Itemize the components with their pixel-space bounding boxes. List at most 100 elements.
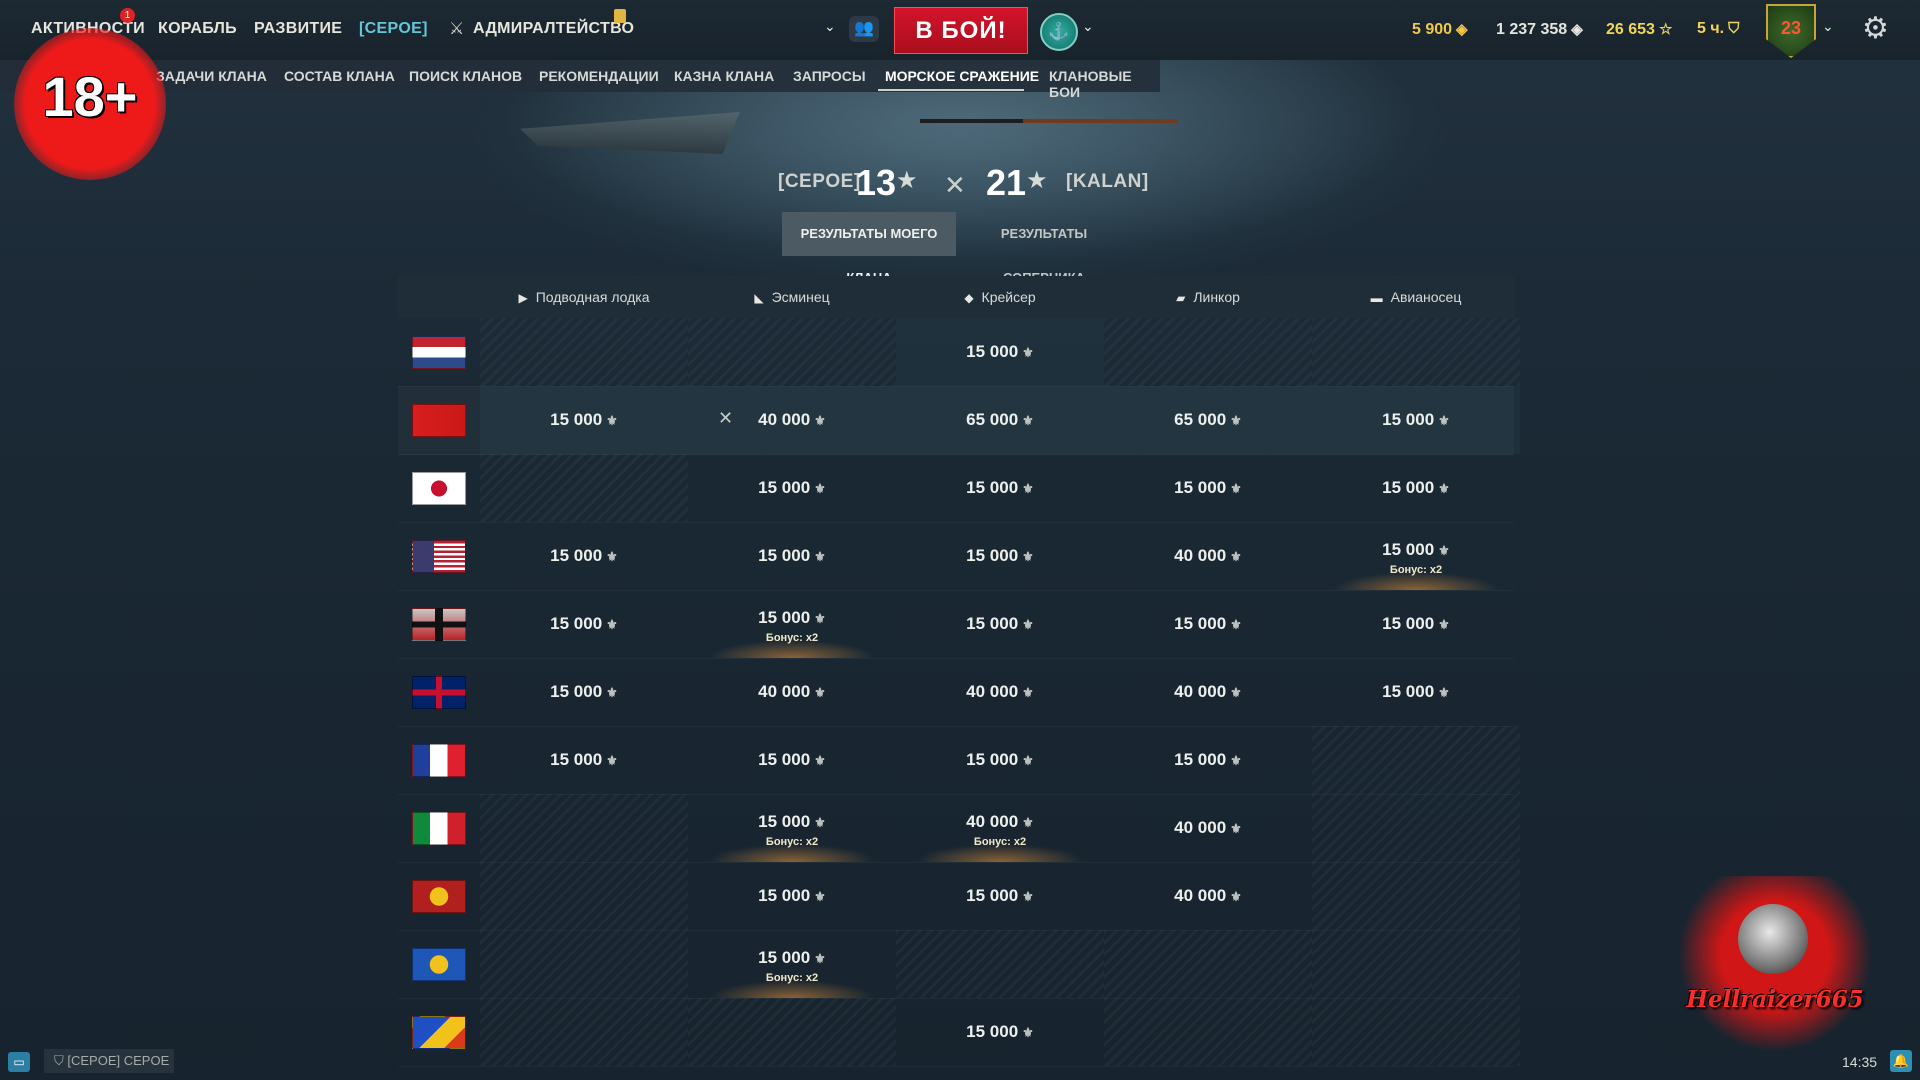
shield-icon: ⛉ — [54, 1053, 68, 1068]
oil-icon: ⚜ — [1022, 345, 1034, 360]
reward-cell[interactable]: 65 000 ⚜ — [1104, 386, 1312, 454]
reward-amount: 15 000 — [550, 546, 603, 565]
reward-cell[interactable]: 40 000 ⚜ — [1104, 862, 1312, 930]
clan-chat-chip[interactable]: ⛉ [CEPOE] CEPOE — [44, 1049, 174, 1073]
reward-amount: 15 000 — [1174, 750, 1227, 769]
reward-value: 15 000 ⚜ — [896, 750, 1104, 770]
reward-cell[interactable]: 15 000 ⚜ Бонус: x2 — [688, 930, 896, 998]
active-tab-indicator — [878, 89, 1024, 91]
reward-cell[interactable]: 15 000 ⚜ — [896, 998, 1104, 1066]
reward-cell[interactable]: 15 000 ⚜ — [896, 590, 1104, 658]
battle-button[interactable]: В БОЙ! — [894, 7, 1028, 54]
reward-cell[interactable]: 15 000 ⚜ — [896, 318, 1104, 386]
bonus-label: Бонус: x2 — [765, 632, 819, 644]
chevron-down-icon[interactable]: ⌄ — [1822, 18, 1834, 35]
reward-cell[interactable]: 15 000 ⚜ Бонус: x2 — [1312, 522, 1520, 590]
reward-cell[interactable]: 15 000 ⚜ — [688, 862, 896, 930]
reward-cell[interactable]: 15 000 ⚜ — [1312, 386, 1520, 454]
tab-recommendations[interactable]: РЕКОМЕНДАЦИИ — [539, 68, 659, 84]
tab-clan-battles[interactable]: КЛАНОВЫЕ БОИ — [1049, 68, 1160, 100]
nav-admiralty[interactable]: АДМИРАЛТЕЙСТВО — [473, 20, 634, 38]
tab-my-clan-results[interactable]: РЕЗУЛЬТАТЫ МОЕГО КЛАНА — [782, 212, 956, 285]
reward-cell[interactable]: 15 000 ⚜ — [480, 386, 688, 454]
column-header: ▰ Линкор — [1104, 276, 1312, 318]
reward-cell[interactable]: 40 000 ⚜ — [1104, 522, 1312, 590]
nav-clan[interactable]: [CEPOE] — [359, 20, 428, 38]
reward-cell[interactable]: 15 000 ⚜ — [896, 862, 1104, 930]
tab-clan-search[interactable]: ПОИСК КЛАНОВ — [409, 68, 522, 84]
oil-icon: ⚜ — [1230, 821, 1242, 836]
battle-mode-icon[interactable]: ⚓ — [1040, 13, 1078, 51]
reward-amount: 15 000 — [966, 614, 1019, 633]
reward-cell[interactable]: 15 000 ⚜ — [688, 454, 896, 522]
reward-cell[interactable]: 15 000 ⚜ — [1312, 454, 1520, 522]
reward-cell[interactable]: 15 000 ⚜ — [1312, 658, 1520, 726]
clan-emblem[interactable]: 23 — [1766, 4, 1816, 58]
reward-cell[interactable]: 15 000 ⚜ — [480, 726, 688, 794]
reward-amount: 15 000 — [966, 1022, 1019, 1041]
reward-value: 40 000 ⚜ — [896, 812, 1104, 832]
reward-cell[interactable]: 40 000 ⚜ ✕ — [688, 386, 896, 454]
column-header-label: Эсминец — [771, 289, 830, 305]
reward-amount: 15 000 — [1382, 682, 1435, 701]
star-icon: ☆ — [1658, 21, 1673, 38]
oil-icon: ⚜ — [814, 611, 826, 626]
oil-icon: ⚜ — [1438, 543, 1450, 558]
reward-cell[interactable]: 15 000 ⚜ Бонус: x2 — [688, 794, 896, 862]
oil-icon: ⚜ — [814, 753, 826, 768]
tab-opponent-results[interactable]: РЕЗУЛЬТАТЫ СОПЕРНИКА — [962, 212, 1126, 285]
reward-cell[interactable]: 15 000 ⚜ — [688, 522, 896, 590]
division-icon[interactable]: 👥 — [849, 16, 879, 42]
reward-cell[interactable]: 40 000 ⚜ — [1104, 658, 1312, 726]
oil-icon: ⚜ — [814, 685, 826, 700]
reward-cell[interactable]: 15 000 ⚜ — [1104, 726, 1312, 794]
gear-icon[interactable]: ⚙ — [1862, 11, 1889, 46]
credits-counter[interactable]: 1 237 358 ◈ — [1496, 20, 1583, 39]
reward-amount: 65 000 — [1174, 410, 1227, 429]
empty-cell — [480, 454, 688, 522]
reward-amount: 15 000 — [550, 410, 603, 429]
reward-cell[interactable]: 15 000 ⚜ — [480, 658, 688, 726]
nation-flag-ussr — [412, 404, 466, 437]
table-row: 15 000 ⚜ 15 000 ⚜ 40 000 ⚜ — [398, 862, 1520, 931]
reward-cell[interactable]: 15 000 ⚜ — [480, 522, 688, 590]
reward-cell[interactable]: 15 000 ⚜ — [1312, 590, 1520, 658]
reward-cell[interactable]: 15 000 ⚜ — [896, 454, 1104, 522]
tab-clan-tasks[interactable]: ЗАДАЧИ КЛАНА — [156, 68, 267, 84]
oil-icon: ⚜ — [606, 617, 618, 632]
reward-cell[interactable]: 65 000 ⚜ — [896, 386, 1104, 454]
empty-cell — [1312, 726, 1520, 794]
doubloons-counter[interactable]: 5 900 ◈ — [1412, 20, 1468, 39]
reward-cell[interactable]: 40 000 ⚜ — [688, 658, 896, 726]
reward-cell[interactable]: 15 000 ⚜ — [896, 522, 1104, 590]
chevron-down-icon[interactable]: ⌄ — [824, 18, 836, 35]
clan-subnav: ЗАДАЧИ КЛАНА СОСТАВ КЛАНА ПОИСК КЛАНОВ Р… — [0, 60, 1160, 100]
reward-value: 40 000 ⚜ — [896, 682, 1104, 702]
bell-icon[interactable]: 🔔 — [1890, 1050, 1912, 1072]
nav-ship[interactable]: КОРАБЛЬ — [158, 20, 237, 38]
empty-cell — [1312, 930, 1520, 998]
empty-cell — [1104, 318, 1312, 386]
tab-clan-members[interactable]: СОСТАВ КЛАНА — [284, 68, 395, 84]
chat-icon[interactable]: ▭ — [8, 1052, 30, 1072]
tab-clan-treasury[interactable]: КАЗНА КЛАНА — [674, 68, 774, 84]
chevron-down-icon[interactable]: ⌄ — [1082, 18, 1094, 35]
reward-cell[interactable]: 15 000 ⚜ — [1104, 590, 1312, 658]
reward-cell[interactable]: 40 000 ⚜ Бонус: x2 — [896, 794, 1104, 862]
tab-requests[interactable]: ЗАПРОСЫ — [793, 68, 866, 84]
table-row: 15 000 ⚜ 15 000 ⚜ Бонус: x2 15 000 ⚜ 15 000 ⚜ 15 … — [398, 590, 1514, 659]
reward-value: 65 000 ⚜ — [1104, 410, 1312, 430]
reward-cell[interactable]: 15 000 ⚜ — [896, 726, 1104, 794]
premium-time-counter[interactable]: 5 ч. ⛉ — [1697, 20, 1739, 38]
reward-cell[interactable]: 40 000 ⚜ — [896, 658, 1104, 726]
empty-cell — [480, 318, 688, 386]
reward-cell[interactable]: 15 000 ⚜ — [688, 726, 896, 794]
tab-naval-battle[interactable]: МОРСКОЕ СРАЖЕНИЕ — [885, 68, 1039, 84]
reward-cell[interactable]: 15 000 ⚜ — [480, 590, 688, 658]
free-xp-counter[interactable]: 26 653 ☆ — [1606, 20, 1672, 39]
reward-cell[interactable]: 40 000 ⚜ — [1104, 794, 1312, 862]
reward-cell[interactable]: 15 000 ⚜ Бонус: x2 — [688, 590, 896, 658]
nav-development[interactable]: РАЗВИТИЕ — [254, 20, 342, 38]
reward-cell[interactable]: 15 000 ⚜ — [1104, 454, 1312, 522]
reward-value: 15 000 ⚜ — [688, 812, 896, 832]
